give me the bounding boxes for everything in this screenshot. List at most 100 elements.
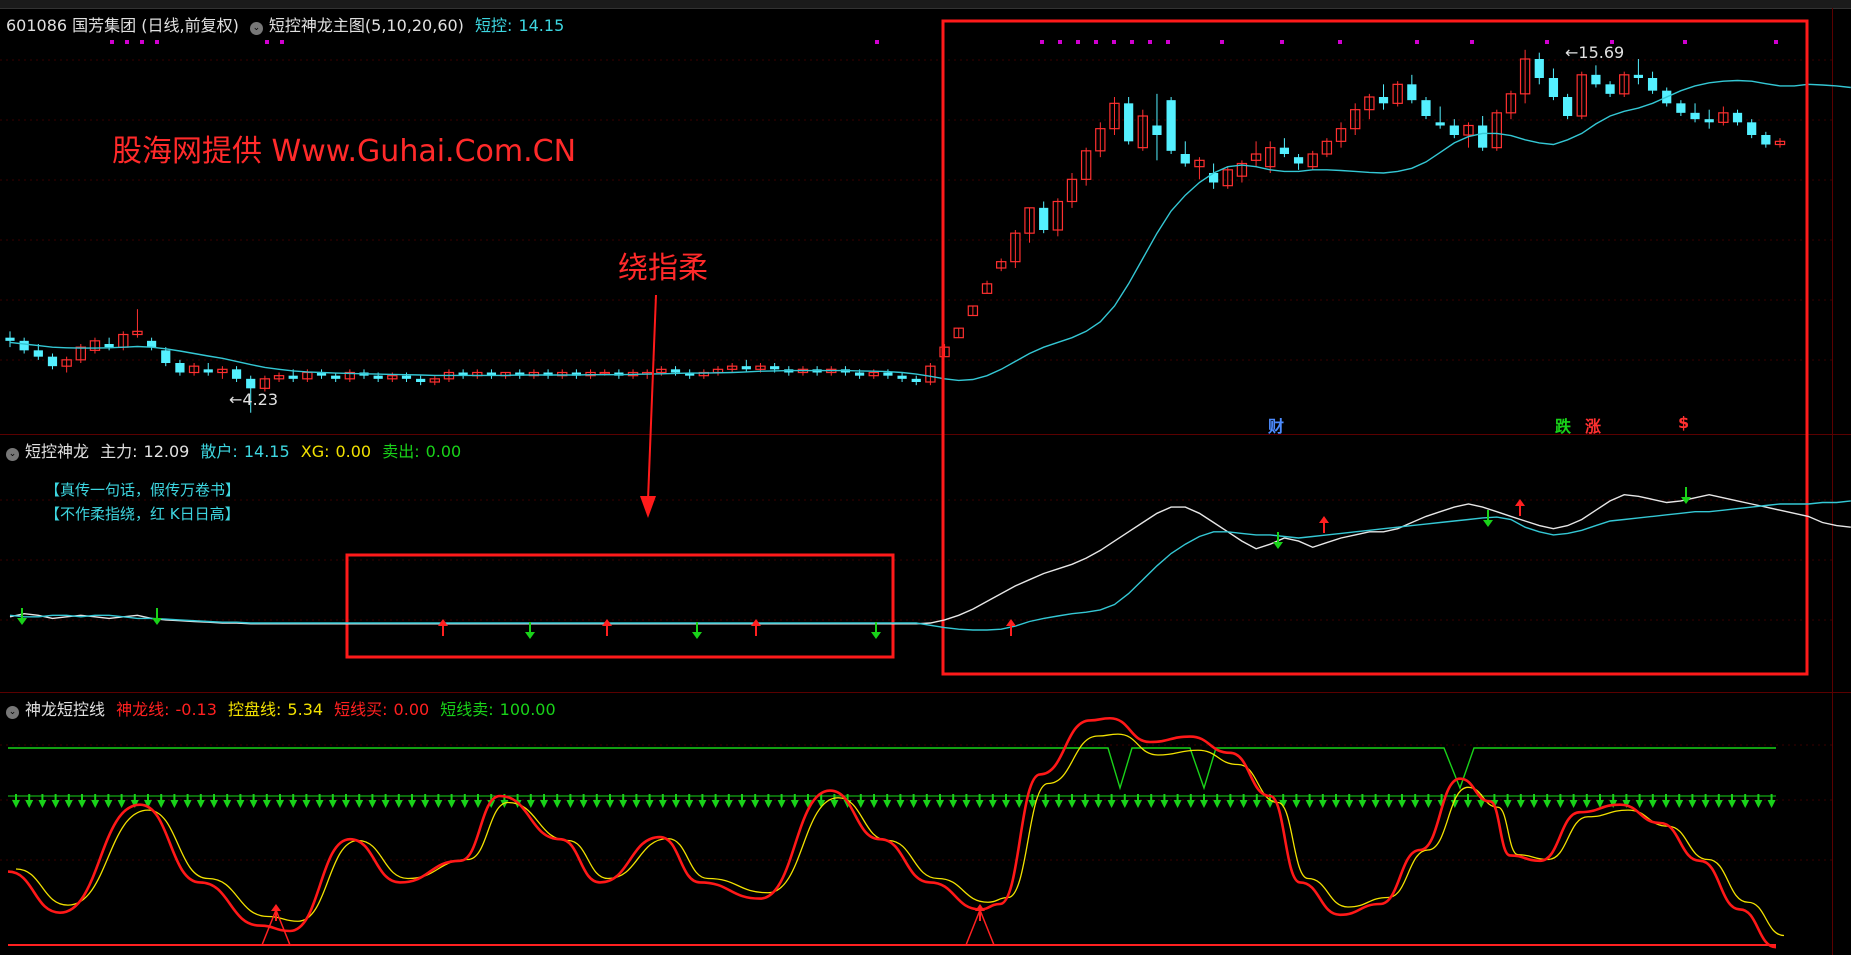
down-arrow-head: [1081, 800, 1090, 808]
candle-body: [1407, 84, 1417, 101]
candle-body: [1166, 100, 1176, 151]
down-arrow-head: [1384, 800, 1393, 808]
down-arrow-head: [64, 800, 73, 808]
candle-body: [854, 372, 865, 376]
down-arrow-head: [289, 800, 298, 808]
candle-body: [47, 356, 58, 367]
down-arrow-head: [540, 800, 548, 808]
down-arrow-head: [183, 800, 192, 808]
down-arrow-head: [1371, 800, 1380, 808]
candle-body: [1534, 59, 1544, 78]
down-arrow-head: [1701, 800, 1710, 808]
candle-body: [1747, 122, 1757, 135]
down-arrow-head: [1635, 800, 1644, 808]
high-price-label: ←15.69: [1565, 43, 1624, 62]
signal-dot: [875, 40, 879, 44]
down-arrow-head: [1186, 800, 1195, 808]
down-arrow-head: [896, 800, 905, 808]
down-arrow-head: [1318, 800, 1327, 808]
down-arrow-head: [962, 800, 971, 808]
sell-arrow-head: [17, 618, 27, 625]
candle-body: [1124, 103, 1134, 142]
candle-body: [883, 372, 893, 376]
down-arrow-head: [711, 800, 720, 808]
candle-body: [1690, 112, 1700, 120]
candle-body: [1732, 112, 1743, 123]
shenlong-line: [7, 716, 1777, 949]
down-arrow-head: [1688, 800, 1697, 808]
down-arrow-head: [1728, 800, 1736, 808]
signal-dot: [280, 40, 284, 44]
down-arrow-head: [1411, 800, 1420, 808]
down-arrow-head: [724, 800, 733, 808]
low-price-label: ←4.23: [229, 390, 278, 409]
candle-body: [401, 375, 412, 379]
down-arrow-head: [909, 800, 918, 808]
down-arrow-head: [394, 800, 403, 808]
signal-dot: [265, 40, 269, 44]
signal-dot: [125, 40, 129, 44]
down-arrow-head: [592, 800, 601, 808]
down-arrow-head: [355, 800, 364, 808]
down-arrow-head: [368, 800, 377, 808]
down-arrow-head: [1398, 800, 1406, 808]
down-arrow-head: [1754, 800, 1763, 808]
candle-body: [897, 375, 907, 379]
candle-body: [1180, 154, 1190, 164]
down-arrow-head: [38, 800, 47, 808]
down-arrow-head: [302, 800, 311, 808]
down-arrow-head: [210, 800, 218, 808]
down-arrow-head: [579, 800, 588, 808]
down-arrow-head: [936, 800, 944, 808]
down-arrow-head: [78, 800, 86, 808]
down-arrow-head: [1252, 800, 1261, 808]
kongpan-line: [15, 733, 1785, 937]
down-arrow-head: [619, 800, 628, 808]
sell-arrow-head: [1483, 520, 1493, 527]
down-arrow-head: [1134, 800, 1142, 808]
sell-arrow-head: [692, 632, 702, 639]
signal-dot: [1112, 40, 1116, 44]
signal-dot: [1058, 40, 1062, 44]
buy-spike-arrow-head: [271, 904, 281, 911]
down-arrow-head: [315, 800, 324, 808]
signal-dot: [1470, 40, 1474, 44]
candle-body: [331, 375, 341, 379]
down-arrow-head: [1767, 800, 1776, 808]
down-arrow-head: [1226, 800, 1235, 808]
down-arrow-head: [856, 800, 865, 808]
highlight-box-right: [941, 19, 1809, 676]
candle-body: [5, 337, 15, 341]
down-arrow-head: [1714, 800, 1723, 808]
down-arrow-head: [1200, 800, 1208, 808]
down-arrow-head: [632, 800, 641, 808]
down-arrow-head: [777, 800, 786, 808]
down-arrow-head: [790, 800, 799, 808]
candle-body: [1279, 147, 1290, 154]
down-arrow-head: [1213, 800, 1222, 808]
down-arrow-head: [606, 800, 614, 808]
signal-dot: [1148, 40, 1152, 44]
ma-line: [9, 79, 1851, 382]
highlight-box-mid: [345, 553, 895, 659]
down-arrow-head: [830, 800, 839, 808]
down-arrow-head: [949, 800, 958, 808]
candle-body: [373, 375, 383, 379]
sell-arrow-head: [525, 632, 535, 639]
signal-dot: [1166, 40, 1170, 44]
down-arrow-head: [328, 800, 337, 808]
down-arrow-head: [1662, 800, 1670, 808]
down-arrow-head: [51, 800, 60, 808]
down-arrow-head: [1147, 800, 1156, 808]
signal-dot: [155, 40, 159, 44]
down-arrow-head: [975, 800, 984, 808]
signal-dot: [1040, 40, 1044, 44]
down-arrow-head: [698, 800, 707, 808]
down-arrow-head: [553, 800, 562, 808]
down-arrow-head: [1239, 800, 1248, 808]
signal-dot: [1130, 40, 1134, 44]
candle-body: [741, 366, 751, 370]
buy-arrow-head: [1515, 499, 1525, 506]
down-arrow-head: [1160, 800, 1169, 808]
down-arrow-head: [1503, 800, 1512, 808]
